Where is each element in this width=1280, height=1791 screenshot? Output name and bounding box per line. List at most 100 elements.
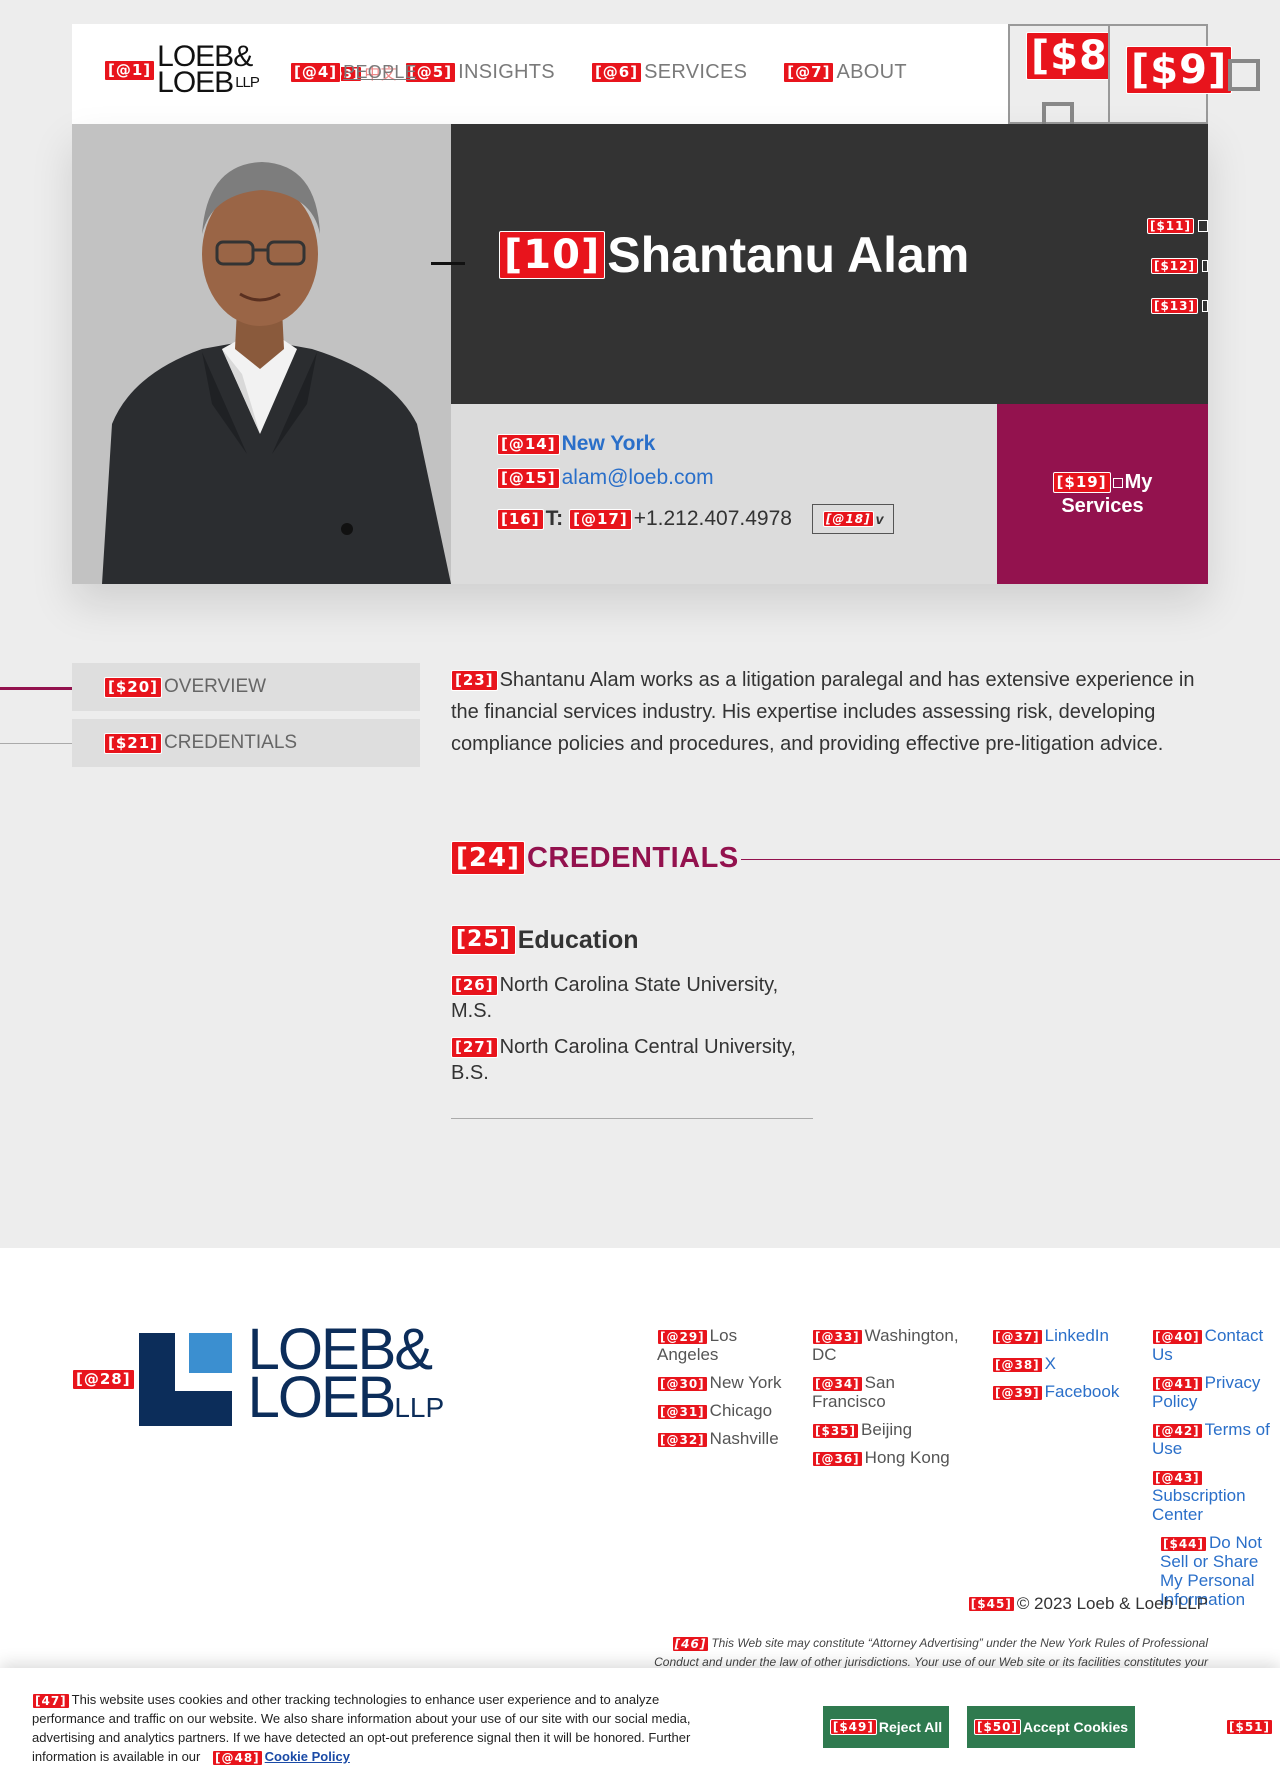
tab-overview[interactable]: [$20] OVERVIEW — [72, 663, 420, 711]
tag-50: [$50] — [973, 1719, 1021, 1735]
email-link[interactable]: alam@loeb.com — [562, 466, 714, 490]
profile-name: [10] Shantanu Alam — [499, 226, 969, 284]
tag-33: [@33] — [812, 1328, 863, 1345]
tag-39: [@39] — [992, 1384, 1043, 1401]
legal-col: [@40] Contact Us [@41] Privacy Policy [@42… — [1152, 1326, 1280, 1618]
linkedin-icon — [1198, 220, 1208, 232]
tag-30: [@30] — [657, 1375, 708, 1392]
cookie-policy-link[interactable]: Cookie Policy — [265, 1749, 350, 1764]
office-link-sf[interactable]: [@34] San Francisco — [812, 1373, 967, 1411]
menu-icon — [1228, 59, 1260, 91]
tag-26: [26] — [451, 975, 498, 997]
section-nav: [$20] OVERVIEW [$21] CREDENTIALS — [72, 663, 420, 775]
main-nav: [@4] PEOPLE [@3] 中文 [@5] INSIGHTS [@6] SERVI… — [290, 60, 943, 85]
nav-people[interactable]: [@4] PEOPLE — [290, 61, 417, 84]
tag-10: [10] — [499, 231, 606, 279]
nav-about[interactable]: [@7] ABOUT — [783, 61, 907, 84]
tag-13: [$13] — [1150, 298, 1198, 314]
search-button[interactable]: [$8 — [1008, 24, 1113, 134]
logo-line2: LOEB LLP — [157, 66, 260, 99]
tag-23: [23] — [451, 670, 498, 692]
credentials-heading: [24] CREDENTIALS — [451, 841, 739, 875]
social-linkedin[interactable]: [@37] LinkedIn — [992, 1326, 1132, 1345]
vcard-dropdown[interactable]: [@18] v — [811, 504, 895, 534]
tag-29: [@29] — [657, 1328, 708, 1345]
tag-42: [@42] — [1152, 1422, 1203, 1439]
footer-logo[interactable]: [@28] LOEB& LOEBLLP — [72, 1317, 445, 1432]
tag-45: [$45] — [967, 1596, 1015, 1612]
chevron-down-icon: v — [875, 511, 884, 527]
tab-credentials[interactable]: [$21] CREDENTIALS — [72, 719, 420, 767]
phone-label: T: — [545, 507, 564, 530]
share-pdf[interactable]: [$13] — [1150, 298, 1208, 314]
credentials-rule — [741, 859, 1280, 860]
cookie-close-button[interactable]: [$51] — [1226, 1718, 1275, 1736]
office-link-nashville[interactable]: [@32] Nashville — [657, 1429, 787, 1448]
tag-8: [$8 — [1026, 32, 1113, 80]
office-link[interactable]: New York — [562, 432, 656, 456]
tag-49: [$49] — [829, 1719, 877, 1735]
tab-line — [0, 743, 72, 744]
nav-insights[interactable]: [@5] INSIGHTS — [404, 61, 555, 84]
menu-button[interactable]: [$9] — [1108, 24, 1233, 124]
nav-services[interactable]: [@6] SERVICES — [590, 61, 747, 84]
tag-4: [@4] — [290, 62, 342, 84]
overview-text: [23] Shantanu Alam works as a litigation … — [451, 669, 1195, 755]
copyright: [$45] © 2023 Loeb & Loeb LLP — [967, 1594, 1208, 1614]
email-row: [@15] alam@loeb.com — [497, 466, 997, 490]
tag-35: [$35] — [812, 1422, 860, 1439]
portrait-image — [72, 124, 451, 584]
link-privacy[interactable]: [@41] Privacy Policy — [1152, 1373, 1280, 1411]
phone-link[interactable]: +1.212.407.4978 — [634, 507, 792, 531]
profile-photo — [72, 124, 451, 584]
office-link-ny[interactable]: [@30] New York — [657, 1373, 787, 1392]
offices-col2: [@33] Washington, DC [@34] San Francisco [… — [812, 1326, 967, 1476]
link-subscription[interactable]: [@43]Subscription Center — [1152, 1467, 1280, 1524]
tag-43: [@43] — [1152, 1469, 1203, 1486]
tag-25: [25] — [451, 925, 516, 955]
site-header: [@1] LOEB& LOEB LLP [@4] PEOPLE [@3] 中文 [@5… — [72, 24, 1260, 134]
footer-logo-text: LOEB& LOEBLLP — [247, 1317, 445, 1430]
tag-37: [@37] — [992, 1328, 1043, 1345]
share-linkedin[interactable]: [$11] — [1146, 218, 1208, 234]
reject-all-button[interactable]: [$49] Reject All — [823, 1706, 949, 1748]
cookie-message: [47] This website uses cookies and other … — [32, 1692, 691, 1766]
education-item: [27] North Carolina Central University, B… — [451, 1036, 796, 1084]
tag-11: [$11] — [1146, 218, 1194, 234]
office-link-chicago[interactable]: [@31] Chicago — [657, 1401, 787, 1420]
office-link-hongkong[interactable]: [@36] Hong Kong — [812, 1448, 967, 1467]
office-link-beijing[interactable]: [$35] Beijing — [812, 1420, 967, 1439]
share-print[interactable]: [$12] — [1150, 258, 1208, 274]
my-services-button[interactable]: [$19] My Services — [997, 404, 1208, 584]
tag-16: [16] — [497, 508, 544, 530]
social-x[interactable]: [@38] X — [992, 1354, 1132, 1373]
link-contact[interactable]: [@40] Contact Us — [1152, 1326, 1280, 1364]
office-row: [@14] New York — [497, 432, 997, 456]
star-icon — [1112, 478, 1123, 488]
office-link-dc[interactable]: [@33] Washington, DC — [812, 1326, 967, 1364]
tag-9: [$9] — [1126, 46, 1233, 94]
tag-1: [@1] — [104, 59, 156, 81]
name-dash — [431, 262, 465, 265]
tag-17: [@17] — [569, 508, 632, 530]
tag-21: [$21] — [104, 732, 163, 754]
tag-47: [47] — [32, 1692, 70, 1709]
office-link-la[interactable]: [@29] Los Angeles — [657, 1326, 787, 1364]
tag-12: [$12] — [1150, 258, 1198, 274]
link-terms[interactable]: [@42] Terms of Use — [1152, 1420, 1280, 1458]
print-icon — [1202, 260, 1208, 272]
name-panel: [10] Shantanu Alam [$11] [$12] [$13] — [431, 124, 1208, 404]
social-facebook[interactable]: [@39] Facebook — [992, 1382, 1132, 1401]
logo-mark-icon — [138, 1332, 232, 1426]
tag-20: [$20] — [104, 676, 163, 698]
site-logo[interactable]: [@1] LOEB& LOEB LLP — [104, 42, 260, 99]
tag-44: [$44] — [1160, 1535, 1208, 1552]
tag-31: [@31] — [657, 1403, 708, 1420]
tag-40: [@40] — [1152, 1328, 1203, 1345]
accept-cookies-button[interactable]: [$50] Accept Cookies — [967, 1706, 1135, 1748]
offices-col1: [@29] Los Angeles [@30] New York [@31] Chic… — [657, 1326, 787, 1457]
disclaimer: [46] This Web site may constitute “Attorn… — [654, 1635, 1208, 1669]
tag-51: [$51] — [1226, 1718, 1274, 1735]
tag-32: [@32] — [657, 1431, 708, 1448]
tag-7: [@7] — [783, 62, 835, 84]
